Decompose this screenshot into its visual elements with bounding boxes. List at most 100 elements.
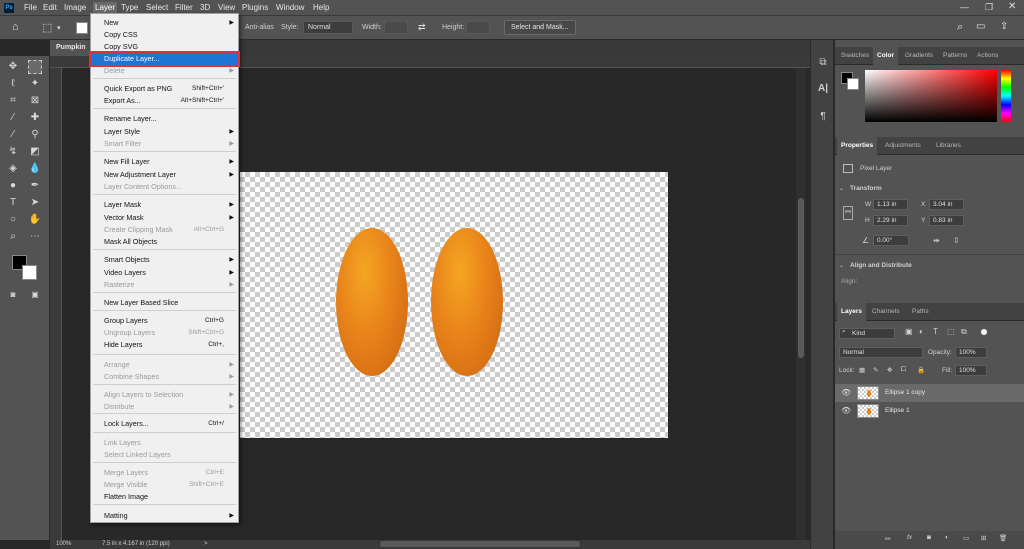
tab-patterns[interactable]: Patterns [939, 47, 971, 65]
background-swatch[interactable] [847, 78, 859, 90]
layer-name[interactable]: Ellipse 1 copy [885, 389, 925, 396]
filter-type-icon[interactable]: T [933, 327, 938, 336]
history-brush-icon[interactable]: ↯ [6, 145, 20, 159]
menu-type[interactable]: Type [121, 3, 138, 12]
document-canvas[interactable] [240, 172, 668, 438]
menu-item-copy-svg[interactable]: Copy SVG [91, 41, 238, 53]
menu-item-new[interactable]: New ▶ [91, 17, 238, 29]
color-field[interactable] [865, 70, 997, 122]
blur-tool-icon[interactable]: 💧 [28, 162, 42, 176]
paragraph-panel-icon[interactable]: ¶ [816, 110, 830, 124]
tab-gradients[interactable]: Gradients [901, 47, 937, 65]
tab-actions[interactable]: Actions [973, 47, 1002, 65]
link-layers-icon[interactable]: ⚯ [885, 535, 890, 543]
lock-artboard-icon[interactable]: ⧠ [901, 366, 906, 374]
frame-tool-icon[interactable]: ⊠ [28, 94, 42, 108]
width-field[interactable] [384, 21, 408, 34]
tab-paths[interactable]: Paths [908, 303, 933, 321]
menu-image[interactable]: Image [64, 3, 86, 12]
menu-item-new-layer-based-slice[interactable]: New Layer Based Slice [91, 297, 238, 309]
marquee-tool-icon[interactable]: ⬚ [42, 21, 52, 34]
menu-window[interactable]: Window [276, 3, 304, 12]
menu-view[interactable]: View [218, 3, 235, 12]
menu-edit[interactable]: Edit [43, 3, 57, 12]
menu-file[interactable]: File [24, 3, 37, 12]
height-input[interactable]: 2.29 in [873, 215, 908, 226]
style-select[interactable]: Normal [303, 21, 353, 34]
delete-layer-icon[interactable]: 🗑 [999, 534, 1007, 542]
minimize-icon[interactable]: — [960, 2, 969, 12]
menu-item-mask-all-objects[interactable]: Mask All Objects [91, 236, 238, 248]
menu-item-new-fill-layer[interactable]: New Fill Layer ▶ [91, 156, 238, 168]
chevron-down-icon[interactable]: ▾ [57, 24, 61, 32]
document-tab[interactable]: Pumpkin [50, 40, 95, 56]
close-icon[interactable]: ✕ [1008, 1, 1016, 12]
ellipse-tool-icon[interactable]: ○ [6, 213, 20, 227]
layer-row-ellipse-1-copy[interactable]: 👁 Ellipse 1 copy [835, 384, 1024, 402]
type-tool-icon[interactable]: T [6, 196, 20, 210]
blend-mode-select[interactable]: Normal [839, 347, 923, 358]
menu-item-layer-style[interactable]: Layer Style ▶ [91, 126, 238, 138]
tab-adjustments[interactable]: Adjustments [881, 137, 925, 155]
menu-item-hide-layers[interactable]: Hide Layers Ctrl+, [91, 339, 238, 351]
filter-adjustment-icon[interactable]: ◐ [919, 327, 924, 336]
menu-item-flatten-image[interactable]: Flatten Image [91, 491, 238, 503]
tab-properties[interactable]: Properties [837, 137, 878, 155]
menu-item-quick-export-as-png[interactable]: Quick Export as PNG Shift+Ctrl+' [91, 83, 238, 95]
ellipse-1-shape[interactable] [336, 228, 408, 376]
ellipse-1-copy-shape[interactable] [431, 228, 503, 376]
width-input[interactable]: 1.13 in [873, 199, 908, 210]
menu-item-matting[interactable]: Matting ▶ [91, 510, 238, 522]
y-input[interactable]: 0.83 in [929, 215, 964, 226]
hand-tool-icon[interactable]: ✋ [28, 213, 42, 227]
select-and-mask-button[interactable]: Select and Mask... [504, 20, 576, 35]
new-group-icon[interactable]: ▭ [963, 534, 969, 542]
move-tool-icon[interactable]: ✥ [6, 60, 20, 74]
menu-select[interactable]: Select [146, 3, 168, 12]
menu-item-group-layers[interactable]: Group Layers Ctrl+G [91, 315, 238, 327]
crop-tool-icon[interactable]: ⌗ [6, 94, 20, 108]
menu-item-video-layers[interactable]: Video Layers ▶ [91, 267, 238, 279]
hue-slider[interactable] [1001, 70, 1011, 122]
chevron-down-icon[interactable]: ⌄ [839, 185, 844, 192]
quick-mask-icon[interactable]: ◙ [6, 288, 20, 302]
share-icon[interactable]: ⇪ [1000, 21, 1008, 32]
tab-swatches[interactable]: Swatches [837, 47, 873, 65]
lock-all-icon[interactable]: 🔒 [917, 366, 925, 374]
filter-smart-object-icon[interactable]: ⧉ [961, 327, 967, 337]
chevron-down-icon[interactable]: ⌄ [839, 262, 844, 269]
lock-transparent-icon[interactable]: ▦ [859, 366, 865, 374]
magic-wand-icon[interactable]: ✦ [28, 77, 42, 91]
x-input[interactable]: 3.04 in [929, 199, 964, 210]
eye-icon[interactable]: 👁 [841, 406, 851, 415]
tab-color[interactable]: Color [873, 47, 898, 65]
new-layer-icon[interactable]: ⊞ [981, 534, 986, 542]
status-arrow-icon[interactable]: > [204, 540, 208, 549]
path-selection-icon[interactable]: ➤ [28, 196, 42, 210]
zoom-level[interactable]: 100% [56, 540, 71, 549]
search-icon[interactable]: ⌕ [957, 21, 963, 34]
filter-pixel-icon[interactable]: ▣ [905, 327, 913, 336]
more-tools-icon[interactable]: ⋯ [28, 230, 42, 244]
menu-item-smart-objects[interactable]: Smart Objects ▶ [91, 254, 238, 266]
fill-input[interactable]: 100% [955, 365, 987, 376]
angle-input[interactable]: 0.00° [873, 235, 909, 246]
tab-libraries[interactable]: Libraries [932, 137, 965, 155]
zoom-tool-icon[interactable]: ⌕ [6, 230, 20, 244]
layer-row-ellipse-1[interactable]: 👁 Ellipse 1 [835, 402, 1024, 420]
fx-icon[interactable]: fx [907, 534, 912, 541]
vertical-scrollbar[interactable] [796, 68, 806, 540]
menu-help[interactable]: Help [313, 3, 329, 12]
add-mask-icon[interactable]: ◙ [927, 534, 931, 541]
filter-shape-icon[interactable]: ⬚ [947, 327, 955, 336]
brush-tool-icon[interactable]: ∕ [6, 128, 20, 142]
scrollbar-thumb[interactable] [798, 198, 804, 358]
menu-item-vector-mask[interactable]: Vector Mask ▶ [91, 212, 238, 224]
menu-item-lock-layers[interactable]: Lock Layers... Ctrl+/ [91, 418, 238, 430]
menu-item-rename-layer[interactable]: Rename Layer... [91, 113, 238, 125]
new-selection-icon[interactable] [76, 22, 88, 34]
clone-stamp-icon[interactable]: ⚲ [28, 128, 42, 142]
flip-horizontal-icon[interactable]: ⇹ [933, 236, 940, 245]
restore-icon[interactable]: ❐ [985, 2, 993, 13]
height-field[interactable] [466, 21, 490, 34]
